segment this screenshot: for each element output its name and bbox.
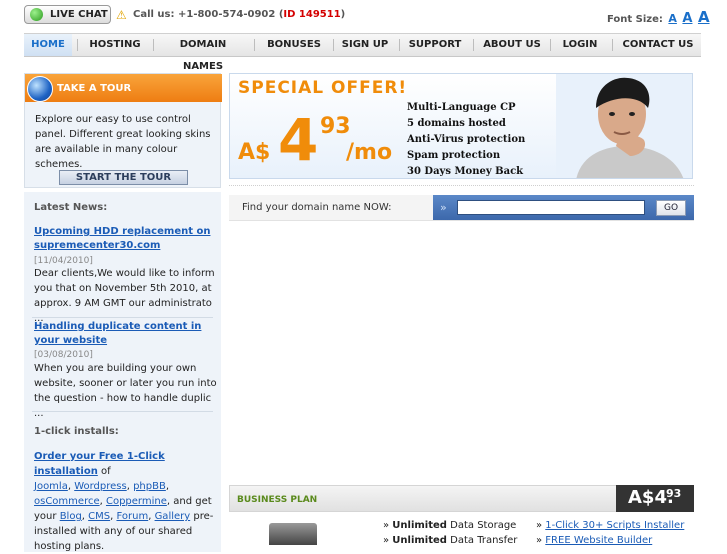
font-size-large-link[interactable]: A (698, 8, 710, 26)
domain-search-box: » GO (433, 195, 694, 220)
app-link-joomla[interactable]: Joomla (34, 481, 68, 492)
start-tour-button[interactable]: START THE TOUR (59, 170, 188, 185)
tour-title: TAKE A TOUR (57, 83, 132, 94)
plan-feature-bold: Unlimited (392, 535, 447, 546)
plan-feature: » FREE Website Builder (536, 535, 653, 546)
nav-separator (550, 39, 551, 51)
nav-home[interactable]: HOME (24, 34, 72, 56)
plan-feature-text: Data Transfer (446, 535, 518, 546)
offer-currency: A$ (238, 140, 271, 165)
nav-separator (612, 39, 613, 51)
main-nav: HOME HOSTING DOMAIN NAMES BONUSES SIGN U… (24, 33, 701, 72)
offer-features: Multi-Language CP 5 domains hosted Anti-… (407, 100, 526, 178)
domain-search-label: Find your domain name NOW: (242, 202, 392, 213)
nav-domain-names[interactable]: DOMAIN NAMES (158, 34, 248, 72)
app-link-wordpress[interactable]: Wordpress (74, 481, 127, 492)
install-text: Order your Free 1-Click installation of … (34, 451, 214, 552)
nav-sign-up[interactable]: SIGN UP (338, 34, 392, 56)
nav-separator (399, 39, 400, 51)
offer-feature: Multi-Language CP (407, 102, 516, 113)
nav-contact-us[interactable]: CONTACT US (617, 34, 699, 56)
offer-feature: Spam protection (407, 150, 501, 161)
domain-search-input[interactable] (457, 200, 645, 215)
left-sidebar: Latest News: Upcoming HDD replacement on… (24, 192, 221, 552)
nav-separator (77, 39, 78, 51)
news-date: [11/04/2010] (34, 256, 93, 266)
call-info: Call us: +1-800-574-0902 (ID 149511) (133, 9, 345, 20)
news-date: [03/08/2010] (34, 350, 93, 360)
offer-title: SPECIAL OFFER! (238, 78, 408, 98)
arrows-icon: » (440, 201, 447, 214)
offer-feature: Anti-Virus protection (407, 134, 526, 145)
scripts-installer-link[interactable]: 1-Click 30+ Scripts Installer (545, 520, 684, 531)
plan-feature-bold: Unlimited (392, 520, 447, 531)
app-link-blog[interactable]: Blog (60, 511, 82, 522)
plan-feature: » Unlimited Data Storage (383, 520, 517, 531)
offer-per-month: /mo (346, 140, 393, 165)
divider (32, 317, 213, 318)
install-of-text: of (97, 466, 111, 477)
app-link-phpbb[interactable]: phpBB (133, 481, 166, 492)
nav-about-us[interactable]: ABOUT US (479, 34, 545, 56)
server-image (269, 523, 317, 545)
business-plan-title: BUSINESS PLAN (237, 495, 318, 505)
offer-price-decimal: 93 (320, 114, 351, 139)
tour-box: TAKE A TOUR Explore our easy to use cont… (24, 73, 222, 188)
call-id: ID 149511 (283, 9, 341, 20)
nav-support[interactable]: SUPPORT (405, 34, 465, 56)
app-link-oscommerce[interactable]: osCommerce (34, 496, 100, 507)
app-link-cms[interactable]: CMS (88, 511, 110, 522)
divider (32, 411, 213, 412)
website-builder-link[interactable]: FREE Website Builder (545, 535, 652, 546)
news-text: When you are building your own website, … (34, 363, 217, 419)
nav-separator (333, 39, 334, 51)
app-link-coppermine[interactable]: Coppermine (106, 496, 167, 507)
call-suffix: ) (340, 9, 346, 20)
divider (229, 185, 694, 188)
call-number: Call us: +1-800-574-0902 ( (133, 9, 284, 20)
app-link-gallery[interactable]: Gallery (155, 511, 191, 522)
font-size-control: Font Size: A A A (607, 8, 710, 26)
news-link[interactable]: Handling duplicate content in your websi… (34, 320, 219, 348)
one-click-installs-title: 1-click installs: (34, 426, 119, 437)
business-price-decimal: 93 (666, 487, 682, 500)
go-button[interactable]: GO (656, 200, 686, 216)
tour-header: TAKE A TOUR (25, 74, 222, 102)
person-photo (556, 74, 692, 178)
nav-bonuses[interactable]: BONUSES (260, 34, 328, 56)
chat-status-icon (30, 8, 43, 21)
offer-price-integer: 4 (278, 106, 319, 174)
nav-separator (473, 39, 474, 51)
tour-description: Explore our easy to use control panel. D… (35, 114, 211, 170)
plan-feature-text: Data Storage (446, 520, 517, 531)
latest-news-title: Latest News: (34, 202, 108, 213)
plan-feature: » 1-Click 30+ Scripts Installer (536, 520, 685, 531)
plan-feature: » Unlimited Data Transfer (383, 535, 518, 546)
nav-separator (153, 39, 154, 51)
live-chat-label: LIVE CHAT (50, 9, 108, 20)
top-bar: LIVE CHAT ⚠ Call us: +1-800-574-0902 (ID… (0, 0, 727, 30)
news-link[interactable]: Upcoming HDD replacement on supremecente… (34, 225, 219, 253)
globe-icon (27, 76, 53, 102)
nav-login[interactable]: LOGIN (556, 34, 604, 56)
business-plan-price: A$4. 93 (616, 485, 694, 512)
nav-separator (254, 39, 255, 51)
warning-icon: ⚠ (116, 8, 127, 22)
business-plan-box: BUSINESS PLAN A$4. 93 » Unlimited Data S… (229, 485, 694, 546)
nav-hosting[interactable]: HOSTING (82, 34, 148, 56)
offer-feature: 5 domains hosted (407, 118, 506, 129)
offer-feature: 30 Days Money Back (407, 166, 524, 177)
font-size-label: Font Size: (607, 14, 663, 25)
live-chat-button[interactable]: LIVE CHAT (24, 5, 111, 24)
app-link-forum[interactable]: Forum (116, 511, 148, 522)
domain-search-bar: Find your domain name NOW: » GO (229, 195, 694, 221)
special-offer-banner[interactable]: SPECIAL OFFER! A$ 4 93 /mo Multi-Languag… (229, 73, 693, 179)
font-size-medium-link[interactable]: A (682, 11, 692, 26)
font-size-small-link[interactable]: A (668, 12, 677, 25)
